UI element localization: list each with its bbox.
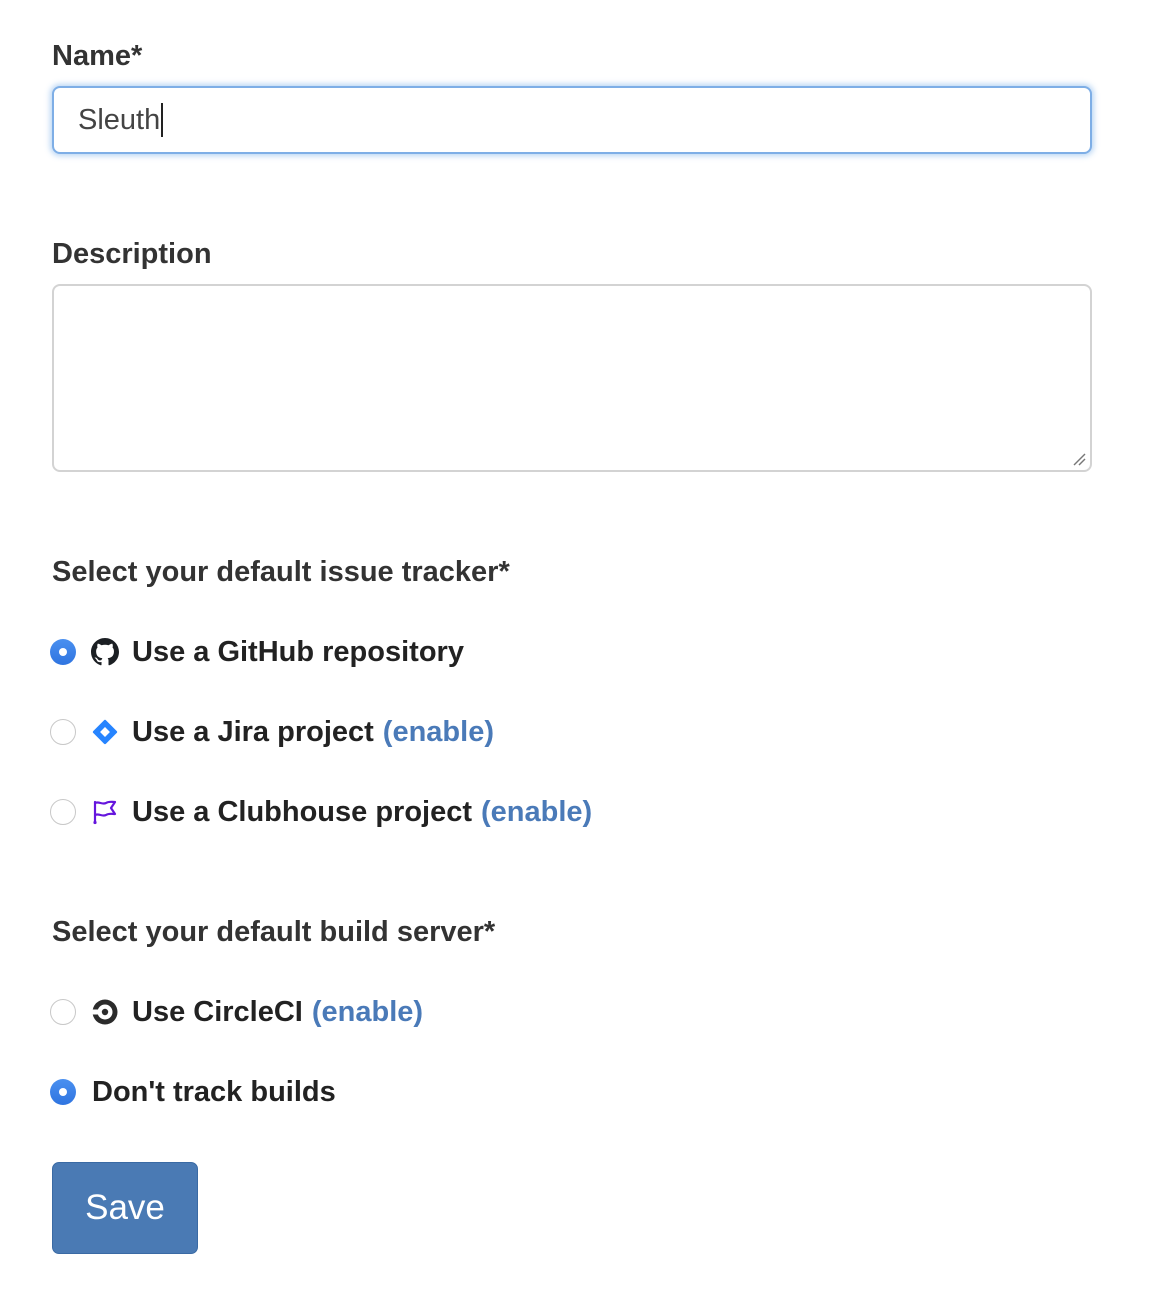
circleci-enable-link[interactable]: (enable) [312, 996, 423, 1029]
issue-tracker-heading: Select your default issue tracker* [52, 556, 510, 588]
build-server-heading: Select your default build server* [52, 916, 496, 948]
text-caret [161, 103, 164, 137]
name-input[interactable]: Sleuth [52, 86, 1092, 154]
jira-option-label: Use a Jira project [132, 715, 374, 748]
name-input-value: Sleuth [78, 103, 161, 136]
github-radio[interactable] [50, 639, 76, 665]
no-build-tracking-label: Don't track builds [92, 1075, 336, 1108]
jira-icon [90, 717, 120, 747]
circleci-option-label: Use CircleCI [132, 995, 303, 1028]
circleci-option[interactable]: Use CircleCI (enable) [50, 992, 423, 1032]
no-build-tracking-radio[interactable] [50, 1079, 76, 1105]
github-option-label: Use a GitHub repository [132, 635, 464, 668]
description-textarea[interactable] [52, 284, 1092, 472]
github-option[interactable]: Use a GitHub repository [50, 632, 464, 672]
circleci-radio[interactable] [50, 999, 76, 1025]
description-label: Description [52, 238, 212, 270]
clubhouse-radio[interactable] [50, 799, 76, 825]
clubhouse-option[interactable]: Use a Clubhouse project (enable) [50, 792, 592, 832]
jira-enable-link[interactable]: (enable) [383, 716, 494, 749]
jira-radio[interactable] [50, 719, 76, 745]
name-label: Name* [52, 40, 143, 72]
clubhouse-enable-link[interactable]: (enable) [481, 796, 592, 829]
clubhouse-icon [90, 797, 120, 827]
circleci-icon [90, 997, 120, 1027]
jira-option[interactable]: Use a Jira project (enable) [50, 712, 494, 752]
no-build-tracking-option[interactable]: Don't track builds [50, 1072, 336, 1112]
clubhouse-option-label: Use a Clubhouse project [132, 795, 473, 828]
github-icon [90, 637, 120, 667]
save-button[interactable]: Save [52, 1162, 198, 1254]
resize-handle-icon[interactable] [1072, 452, 1086, 466]
